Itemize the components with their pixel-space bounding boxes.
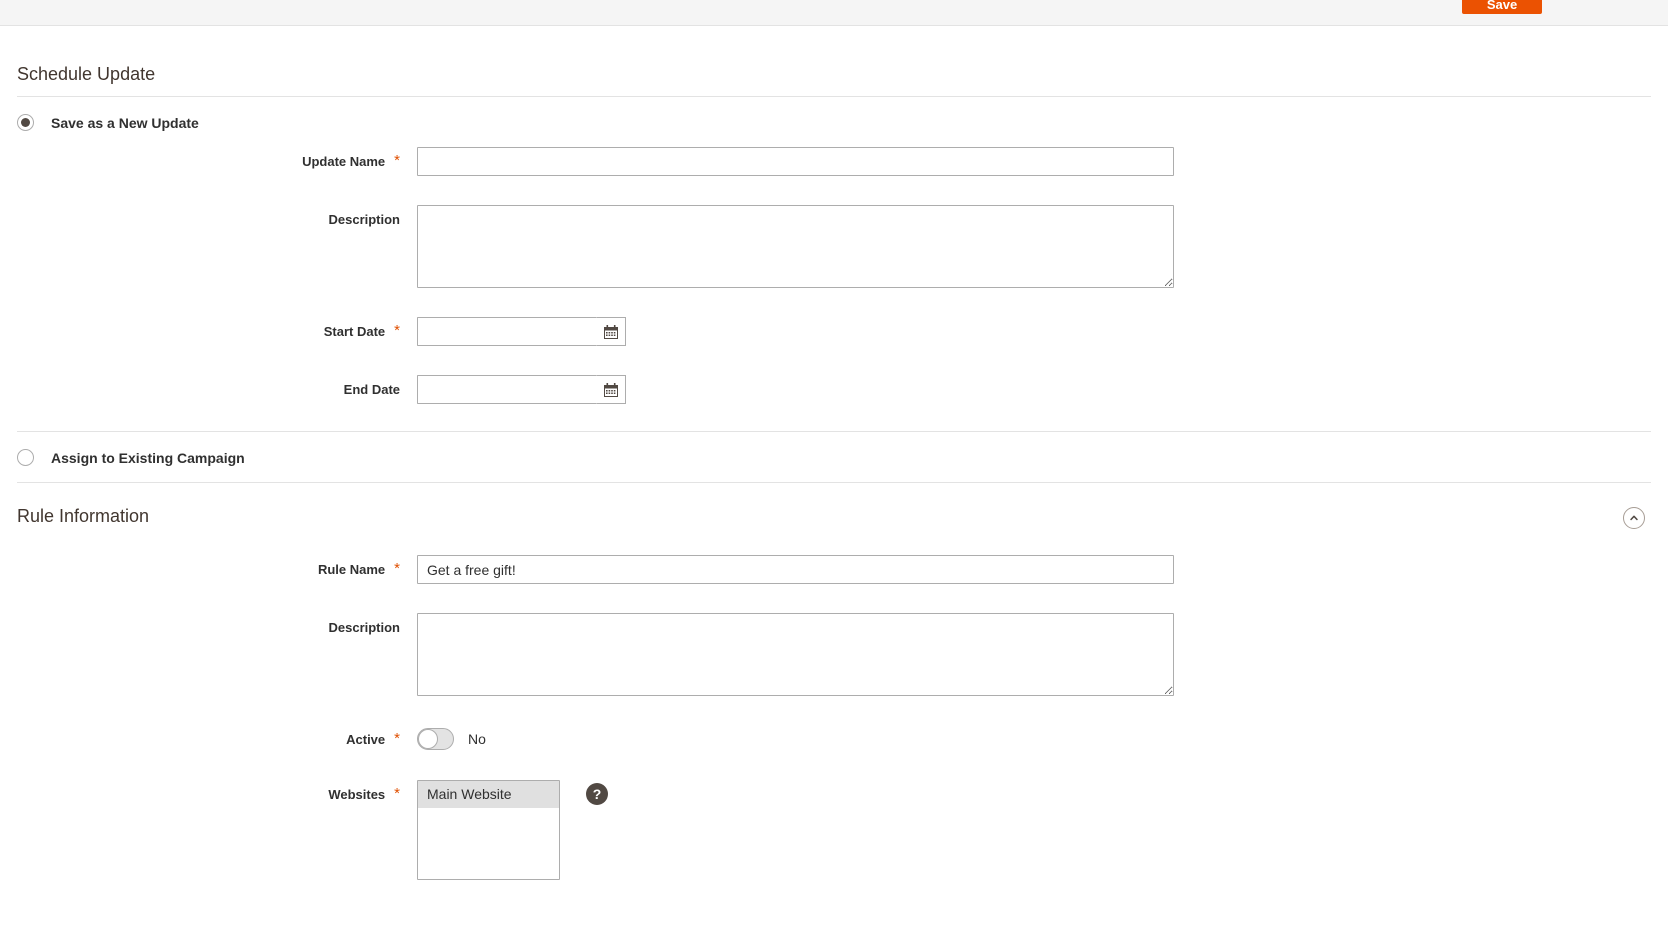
label-end-date: End Date: [343, 382, 400, 397]
active-toggle-state-label: No: [468, 731, 486, 747]
field-control-update-name: [417, 147, 1174, 176]
websites-option[interactable]: Main Website: [418, 781, 559, 808]
active-toggle-switch[interactable]: [417, 728, 454, 750]
field-label-cell-websites: Websites *: [17, 780, 400, 803]
rule-information-title: Rule Information: [17, 506, 150, 526]
active-toggle-wrap: No: [417, 725, 486, 750]
field-label-cell-rule-description: Description: [17, 613, 400, 636]
rule-information-header: Rule Information: [17, 483, 1651, 539]
rule-description-textarea[interactable]: [417, 613, 1174, 696]
required-marker-update-name: *: [394, 152, 400, 169]
radio-label-assign-to-existing-campaign[interactable]: Assign to Existing Campaign: [51, 450, 245, 466]
required-marker-active: *: [394, 730, 400, 747]
field-control-active: No: [417, 725, 486, 750]
required-marker-websites: *: [394, 785, 400, 802]
end-date-input[interactable]: [417, 375, 597, 404]
field-control-end-date: [417, 375, 626, 404]
required-marker-rule-name: *: [394, 560, 400, 577]
field-row-update-name: Update Name *: [17, 147, 1651, 176]
radio-label-save-as-new-update[interactable]: Save as a New Update: [51, 115, 199, 131]
rule-name-input[interactable]: [417, 555, 1174, 584]
schedule-update-header: Schedule Update: [17, 26, 1651, 97]
radio-save-as-new-update[interactable]: [17, 114, 34, 131]
field-row-rule-name: Rule Name *: [17, 555, 1651, 584]
label-rule-name: Rule Name: [317, 562, 386, 577]
label-update-name: Update Name: [302, 154, 386, 169]
save-button[interactable]: Save: [1462, 0, 1542, 14]
required-marker-start-date: *: [394, 322, 400, 339]
chevron-up-icon[interactable]: [1623, 507, 1645, 529]
start-date-input[interactable]: [417, 317, 597, 346]
field-row-start-date: Start Date *: [17, 317, 1651, 346]
schedule-update-title: Schedule Update: [17, 64, 156, 84]
update-name-input[interactable]: [417, 147, 1174, 176]
field-row-active: Active * No: [17, 725, 1651, 750]
field-row-websites: Websites * Main Website ?: [17, 780, 1651, 880]
field-label-cell-start-date: Start Date *: [17, 317, 400, 340]
question-mark-icon[interactable]: ?: [586, 783, 608, 805]
active-toggle-knob: [418, 729, 438, 749]
field-control-rule-description: [417, 613, 1174, 696]
label-start-date: Start Date: [323, 324, 386, 339]
start-date-wrap: [417, 317, 626, 346]
field-control-rule-name: [417, 555, 1174, 584]
label-websites: Websites: [328, 787, 386, 802]
field-label-cell-schedule-description: Description: [17, 205, 400, 228]
field-control-start-date: [417, 317, 626, 346]
field-row-schedule-description: Description: [17, 205, 1651, 288]
radio-row-save-as-new-update[interactable]: Save as a New Update: [17, 97, 1651, 147]
label-rule-description: Description: [328, 620, 400, 635]
label-schedule-description: Description: [328, 212, 400, 227]
schedule-description-textarea[interactable]: [417, 205, 1174, 288]
field-control-schedule-description: [417, 205, 1174, 288]
field-row-rule-description: Description: [17, 613, 1651, 696]
websites-multiselect[interactable]: Main Website: [417, 780, 560, 880]
field-row-end-date: End Date: [17, 375, 1651, 404]
field-control-websites: Main Website ?: [417, 780, 608, 880]
field-label-cell-update-name: Update Name *: [17, 147, 400, 170]
radio-row-assign-to-existing-campaign[interactable]: Assign to Existing Campaign: [17, 432, 1651, 482]
page-actions-toolbar: Save: [0, 0, 1668, 26]
field-label-cell-rule-name: Rule Name *: [17, 555, 400, 578]
label-active: Active: [346, 732, 386, 747]
calendar-icon-end-date[interactable]: [597, 375, 626, 404]
calendar-icon-start-date[interactable]: [597, 317, 626, 346]
end-date-wrap: [417, 375, 626, 404]
field-label-cell-active: Active *: [17, 725, 400, 748]
field-label-cell-end-date: End Date: [17, 375, 400, 398]
page-content: Schedule Update Save as a New Update Upd…: [0, 26, 1668, 909]
radio-assign-to-existing-campaign[interactable]: [17, 449, 34, 466]
